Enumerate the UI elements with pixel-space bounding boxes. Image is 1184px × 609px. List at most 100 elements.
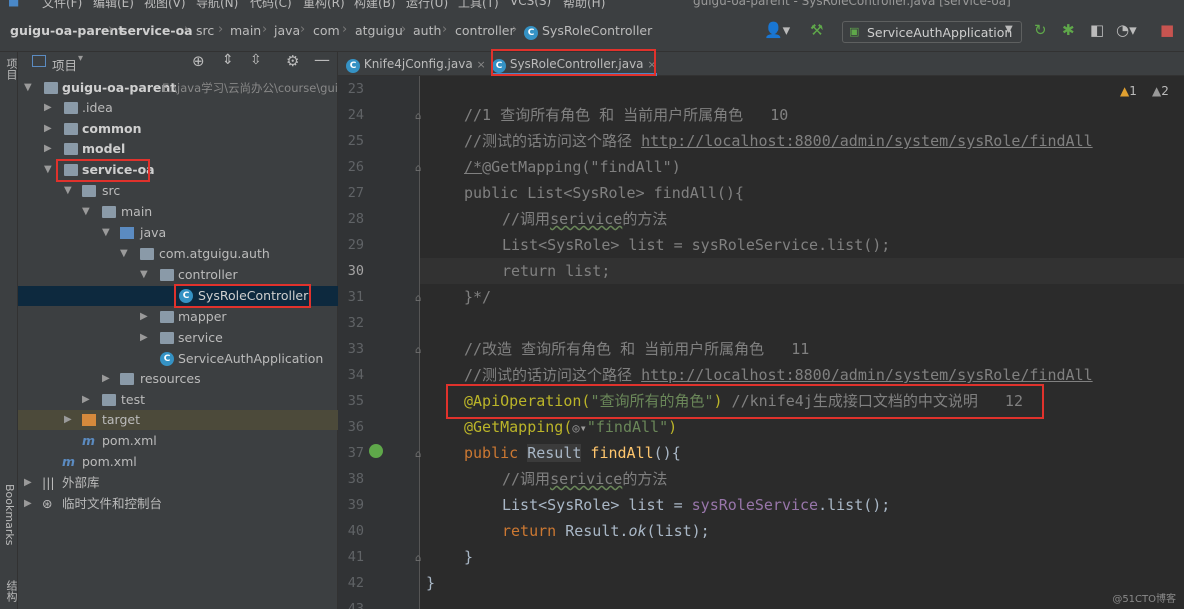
code-url-link[interactable]: http://localhost:8800/admin/system/sysRo… (641, 366, 1093, 384)
gear-icon[interactable]: ⚙ (286, 52, 299, 70)
close-icon[interactable]: × (477, 58, 486, 71)
code-comment: }*/ (464, 288, 492, 306)
menu-code[interactable]: 代码(C) (250, 0, 292, 10)
fold-icon[interactable]: ⌂ (415, 345, 421, 356)
menu-edit[interactable]: 编辑(E) (93, 0, 134, 10)
tab-knife4jconfig[interactable]: C Knife4jConfig.java × (346, 52, 486, 76)
tree-item-java[interactable]: ▼ java (18, 223, 338, 243)
structure-tool-window-button[interactable]: 结构 (3, 580, 19, 602)
breadcrumb-module[interactable]: service-oa (120, 23, 193, 38)
stop-icon[interactable]: ■ (1160, 21, 1174, 39)
menu-refactor[interactable]: 重构(R) (303, 0, 345, 10)
chevron-down-icon[interactable]: ▼ (82, 202, 90, 222)
breadcrumb-class-label: SysRoleController (541, 23, 653, 38)
tree-item-guigu-oa-parent[interactable]: ▼ guigu-oa-parent E:\java学习\云尚办公\course\… (18, 78, 345, 98)
chevron-down-icon[interactable]: ▼ (140, 265, 148, 285)
bookmarks-tool-window-button[interactable]: Bookmarks (3, 484, 16, 545)
fold-icon[interactable]: ⌂ (415, 111, 421, 122)
tree-item-test[interactable]: ▶ test (18, 390, 338, 410)
chevron-down-icon[interactable]: ▼ (44, 160, 52, 180)
chevron-right-icon[interactable]: ▶ (44, 98, 52, 118)
chevron-down-icon[interactable]: ▾ (78, 53, 83, 64)
menu-tools[interactable]: 工具(T) (458, 0, 499, 10)
locate-icon[interactable]: ⊕ (192, 52, 205, 70)
breadcrumb-class[interactable]: C SysRoleController (524, 23, 652, 40)
tree-item-controller[interactable]: ▼ controller (18, 265, 338, 285)
tree-item-resources[interactable]: ▶ resources (18, 369, 338, 389)
tree-item-pom-root[interactable]: m pom.xml (18, 452, 338, 472)
fold-icon[interactable]: ⌂ (415, 293, 421, 304)
collapse-all-icon[interactable]: ⇳ (250, 52, 262, 68)
code-comment: List<SysRole> findAll(){ (527, 184, 744, 202)
breadcrumb-java[interactable]: java (274, 23, 300, 38)
tree-item-package-auth[interactable]: ▼ com.atguigu.auth (18, 244, 338, 264)
project-panel-title[interactable]: 项目 (52, 55, 77, 74)
expand-all-icon[interactable]: ⇕ (222, 52, 234, 68)
tree-item-service[interactable]: ▶ service (18, 328, 338, 348)
menu-view[interactable]: 视图(V) (144, 0, 186, 10)
tree-item-mapper[interactable]: ▶ mapper (18, 307, 338, 327)
chevron-right-icon[interactable]: ▶ (140, 328, 148, 348)
tree-item-label: main (121, 204, 153, 219)
code-annotation: @GetMapping( (464, 418, 573, 436)
breadcrumb-auth[interactable]: auth (413, 23, 441, 38)
weak-warning-indicator[interactable]: ▲2 (1152, 84, 1169, 98)
breadcrumb-main[interactable]: main (230, 23, 261, 38)
tree-item-common[interactable]: ▶ common (18, 119, 338, 139)
chevron-right-icon[interactable]: ▶ (140, 307, 148, 327)
breadcrumb-atguigu[interactable]: atguigu (355, 23, 403, 38)
breadcrumb-com[interactable]: com (313, 23, 340, 38)
chevron-right-icon[interactable]: ▶ (44, 119, 52, 139)
menu-help[interactable]: 帮助(H) (563, 0, 605, 10)
tree-item-external-libraries[interactable]: ▶ ||| 外部库 (18, 473, 338, 493)
hammer-icon[interactable]: ⚒ (810, 21, 823, 39)
globe-inlay-icon[interactable]: ◎▾ (572, 421, 586, 435)
menu-build[interactable]: 构建(B) (354, 0, 396, 10)
folder-icon (82, 185, 96, 197)
menu-run[interactable]: 运行(U) (406, 0, 448, 10)
code-line-24: //1 查询所有角色 和 当前用户所属角色 10 (464, 102, 788, 128)
chevron-down-icon[interactable]: ▼ (64, 181, 72, 201)
run-configuration-select[interactable]: ▣ ServiceAuthApplication ▼ (842, 21, 1022, 43)
minimize-icon[interactable]: — (314, 50, 330, 69)
rerun-icon[interactable]: ↻ (1034, 21, 1047, 39)
breadcrumb-src[interactable]: src (196, 23, 214, 38)
chevron-down-icon[interactable]: ▼ (120, 244, 128, 264)
code-url-link[interactable]: http://localhost:8800/admin/system/sysRo… (641, 132, 1093, 150)
fold-icon[interactable]: ⌂ (415, 449, 421, 460)
chevron-down-icon[interactable]: ▼ (24, 78, 32, 98)
coverage-icon[interactable]: ◧ (1090, 21, 1104, 39)
chevron-right-icon[interactable]: ▶ (24, 473, 32, 493)
tree-item-target[interactable]: ▶ target (18, 410, 338, 430)
tree-item-model[interactable]: ▶ model (18, 139, 338, 159)
tree-item-scratches[interactable]: ▶ ⊛ 临时文件和控制台 (18, 494, 338, 514)
warning-indicator[interactable]: ▲1 (1120, 84, 1137, 98)
tree-item-main[interactable]: ▼ main (18, 202, 338, 222)
fold-icon[interactable]: ⌂ (415, 163, 421, 174)
menu-vcs[interactable]: VCS(S) (510, 0, 551, 8)
tree-item-idea[interactable]: ▶ .idea (18, 98, 338, 118)
user-icon[interactable]: 👤▾ (764, 21, 790, 39)
code-editor[interactable]: 23 24 25 26 27 28 29 30 31 32 33 34 35 3… (338, 76, 1184, 609)
chevron-down-icon[interactable]: ▼ (102, 223, 110, 243)
tree-item-serviceauthapplication[interactable]: C ServiceAuthApplication (18, 349, 338, 369)
endpoint-globe-icon[interactable] (369, 444, 383, 458)
chevron-right-icon[interactable]: ▶ (24, 494, 32, 514)
code-line-40: return Result.ok(list); (502, 518, 710, 544)
chevron-right-icon[interactable]: ▶ (44, 139, 52, 159)
chevron-right-icon[interactable]: ▶ (64, 410, 72, 430)
tree-item-src[interactable]: ▼ src (18, 181, 338, 201)
tree-item-pom-service[interactable]: m pom.xml (18, 431, 338, 451)
class-icon: C (524, 26, 538, 40)
chevron-right-icon[interactable]: ▶ (82, 390, 90, 410)
project-tool-window-button[interactable]: 项目 (3, 58, 19, 80)
chevron-right-icon[interactable]: ▶ (102, 369, 110, 389)
breadcrumb-controller[interactable]: controller (455, 23, 515, 38)
menu-navigate[interactable]: 导航(N) (196, 0, 238, 10)
profile-icon[interactable]: ◔▾ (1116, 21, 1137, 39)
debug-bug-icon[interactable]: ✱ (1062, 21, 1075, 39)
line-number: 43 (347, 601, 364, 609)
menu-file[interactable]: 文件(F) (42, 0, 82, 10)
tree-item-label: java (140, 225, 167, 240)
fold-icon[interactable]: ⌂ (415, 553, 421, 564)
